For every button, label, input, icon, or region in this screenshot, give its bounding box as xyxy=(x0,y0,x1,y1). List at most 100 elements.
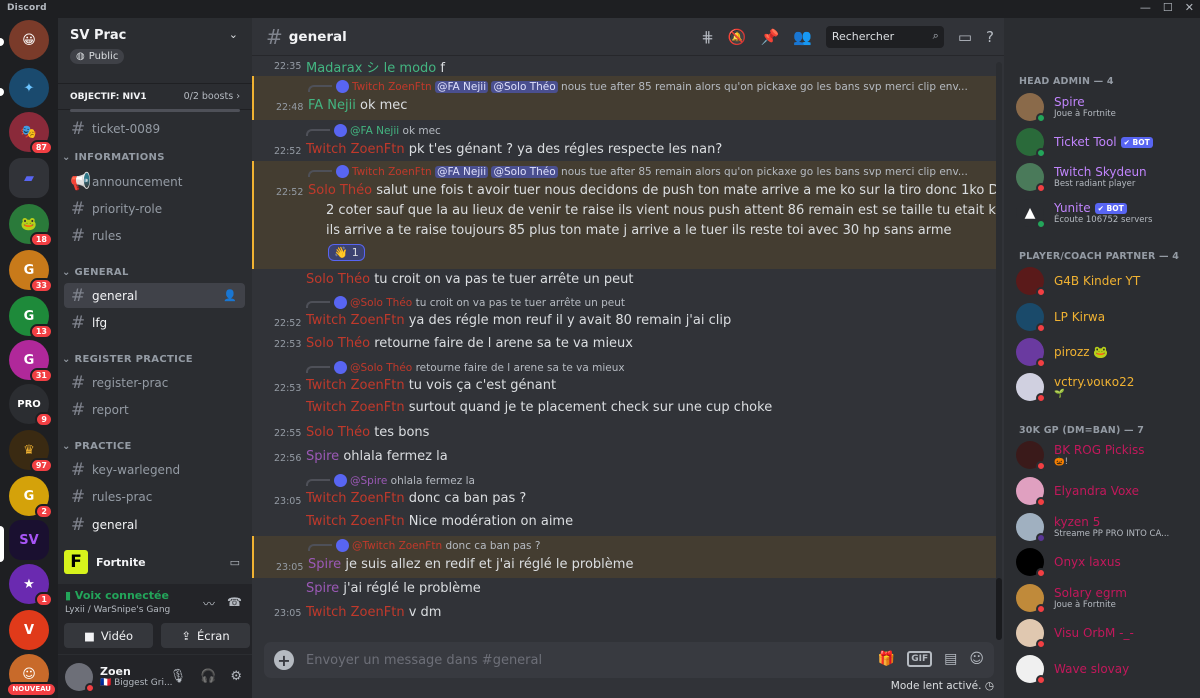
member-visu[interactable]: Visu OrbM -_- xyxy=(1016,616,1196,650)
server-icon[interactable]: G 33 xyxy=(9,250,53,293)
author[interactable]: Solo Théo xyxy=(306,336,370,351)
message[interactable]: Spire j'ai réglé le problème xyxy=(252,578,996,602)
chevron-down-icon[interactable]: ⌄ xyxy=(229,28,238,41)
message[interactable]: 22:53 Solo Théo retourne faire de l aren… xyxy=(252,334,996,358)
channel-rules[interactable]: # rules xyxy=(64,223,245,248)
member-g4b[interactable]: G4B Kinder YT xyxy=(1016,264,1196,298)
server-icon[interactable]: 🐸 18 xyxy=(9,204,53,247)
disconnect-icon[interactable]: ☎ xyxy=(227,595,242,612)
microphone-icon[interactable]: 🎙 xyxy=(170,669,187,684)
author[interactable]: Solo Théo xyxy=(306,272,370,287)
author[interactable]: Twitch ZoenFtn xyxy=(306,142,405,157)
emoji-icon[interactable]: ☺ xyxy=(969,651,984,667)
member-spire[interactable]: Spire Joue à Fortnite xyxy=(1016,90,1196,124)
reply-preview[interactable]: Twitch ZoenFtn @FA Nejii @Solo Théo nous… xyxy=(308,80,968,93)
boost-goal[interactable]: OBJECTIF: NIV1 0/2 boosts › xyxy=(58,84,252,110)
maximize-button[interactable]: ☐ xyxy=(1163,1,1173,14)
server-icon[interactable]: ✦ xyxy=(9,68,49,108)
channel-key-warlegend[interactable]: # key-warlegend xyxy=(64,457,245,482)
author[interactable]: Spire xyxy=(306,449,339,464)
channel-register-prac[interactable]: # register-prac xyxy=(64,370,245,395)
server-icon[interactable]: ★ 1 xyxy=(9,564,53,607)
message-highlighted[interactable]: @Twitch ZoenFtn donc ca ban pas ? 23:05 … xyxy=(252,536,996,578)
message[interactable]: @Spire ohlala fermez la 23:05 Twitch Zoe… xyxy=(252,471,996,513)
inbox-icon[interactable]: ▭ xyxy=(958,28,972,46)
server-icon[interactable]: ♛ 97 xyxy=(9,430,53,473)
home-avatar[interactable]: 😀 xyxy=(9,20,49,60)
author[interactable]: Twitch ZoenFtn xyxy=(306,491,405,506)
reply-preview[interactable]: @Twitch ZoenFtn donc ca ban pas ? xyxy=(308,539,540,552)
author[interactable]: Solo Théo xyxy=(306,425,370,440)
video-button[interactable]: ■ Vidéo xyxy=(64,623,153,648)
server-icon-sv-prac[interactable]: SV xyxy=(9,520,49,560)
member-twitch-skydeun[interactable]: Twitch Skydeun Best radiant player xyxy=(1016,160,1196,194)
member-kyzen[interactable]: kyzen 5 Streame PP PRO INTO CA... xyxy=(1016,510,1196,544)
member-elyandra[interactable]: Elyandra Voxe xyxy=(1016,474,1196,508)
reaction[interactable]: 👋 1 xyxy=(328,244,365,261)
add-attachment-icon[interactable]: + xyxy=(274,650,294,670)
message[interactable]: @Solo Théo tu croit on va pas te tuer ar… xyxy=(252,292,996,334)
server-icon[interactable]: 🎭 87 xyxy=(9,112,53,155)
category-practice[interactable]: ⌄ PRACTICE xyxy=(62,441,132,452)
reply-preview[interactable]: @FA Nejii ok mec xyxy=(306,124,441,137)
member-solary[interactable]: Solary egrm Joue à Fortnite xyxy=(1016,581,1196,615)
noise-suppression-icon[interactable]: 〰 xyxy=(203,595,215,612)
search-input[interactable]: Rechercher ⌕ xyxy=(825,26,944,48)
channel-general[interactable]: # general 👤 xyxy=(64,283,245,308)
help-icon[interactable]: ? xyxy=(986,28,994,46)
server-icon[interactable]: PRO 9 xyxy=(9,384,53,427)
author[interactable]: Twitch ZoenFtn xyxy=(306,313,405,328)
headphones-icon[interactable]: 🎧 xyxy=(200,669,216,684)
server-icon[interactable]: ☺ NOUVEAU xyxy=(6,654,57,697)
channel-lfg[interactable]: # lfg xyxy=(64,310,245,335)
member-lp-kirwa[interactable]: LP Kirwa xyxy=(1016,300,1196,334)
mute-bell-icon[interactable]: 🔕 xyxy=(728,28,747,46)
screen-share-button[interactable]: ⇪ Écran xyxy=(161,623,250,648)
author[interactable]: Spire xyxy=(308,557,341,572)
reply-preview[interactable]: @Solo Théo tu croit on va pas te tuer ar… xyxy=(306,296,625,309)
reply-preview[interactable]: @Spire ohlala fermez la xyxy=(306,474,475,487)
author[interactable]: Twitch ZoenFtn xyxy=(306,400,405,415)
author[interactable]: Twitch ZoenFtn xyxy=(306,605,405,620)
author[interactable]: FA Nejii xyxy=(308,98,356,113)
member-bk-rog[interactable]: BK ROG Pickiss 🎃! xyxy=(1016,438,1196,472)
channel-priority-role[interactable]: # priority-role xyxy=(64,196,245,221)
message[interactable]: 22:56 Spire ohlala fermez la xyxy=(252,447,996,471)
message[interactable]: 22:35 Madarax シ le modo f xyxy=(252,56,996,76)
message[interactable]: 23:05 Twitch ZoenFtn v dm xyxy=(252,602,996,626)
message[interactable]: @Solo Théo retourne faire de l arene sa … xyxy=(252,358,996,400)
message[interactable]: 22:55 Solo Théo tes bons xyxy=(252,422,996,446)
member-yunite[interactable]: ▲ Yunite ✔ BOT Écoute 106752 servers xyxy=(1016,196,1196,230)
category-informations[interactable]: ⌄ INFORMATIONS xyxy=(62,152,165,163)
message[interactable]: Twitch ZoenFtn Nice modération on aime xyxy=(252,513,996,535)
channel-rules-prac[interactable]: # rules-prac xyxy=(64,484,245,509)
author[interactable]: Spire xyxy=(306,581,339,596)
close-button[interactable]: ✕ xyxy=(1185,1,1194,14)
author[interactable]: Madarax シ le modo xyxy=(306,61,436,76)
server-icon[interactable]: G 13 xyxy=(9,296,53,339)
message[interactable]: Solo Théo tu croit on va pas te tuer arr… xyxy=(252,270,996,292)
message-highlighted[interactable]: Twitch ZoenFtn @FA Nejii @Solo Théo nous… xyxy=(252,76,996,120)
category-general[interactable]: ⌄ GENERAL xyxy=(62,267,129,278)
member-wave[interactable]: Wave slovay xyxy=(1016,652,1196,686)
scrollbar-track[interactable] xyxy=(996,62,1002,640)
pin-icon[interactable]: 📌 xyxy=(760,28,779,46)
member-onyx[interactable]: Onyx laxus xyxy=(1016,545,1196,579)
avatar[interactable] xyxy=(65,662,95,693)
author[interactable]: Twitch ZoenFtn xyxy=(306,514,405,529)
channel-report[interactable]: # report xyxy=(64,397,245,422)
server-icon[interactable]: G 31 xyxy=(9,340,53,383)
member-ticket-tool[interactable]: Ticket Tool ✔ BOT xyxy=(1016,125,1196,159)
message-highlighted[interactable]: Twitch ZoenFtn @FA Nejii @Solo Théo nous… xyxy=(252,161,996,269)
scrollbar-thumb[interactable] xyxy=(996,578,1002,640)
server-icon[interactable]: G2 xyxy=(9,476,53,519)
add-user-icon[interactable]: 👤 xyxy=(223,289,237,302)
author[interactable]: Twitch ZoenFtn xyxy=(306,378,405,393)
gift-icon[interactable]: 🎁 xyxy=(878,651,895,667)
screen-icon[interactable]: ▭ xyxy=(230,556,240,569)
message[interactable]: @FA Nejii ok mec 22:52 Twitch ZoenFtn pk… xyxy=(252,120,996,164)
reply-preview[interactable]: Twitch ZoenFtn @FA Nejii @Solo Théo nous… xyxy=(308,165,968,178)
category-register-practice[interactable]: ⌄ REGISTER PRACTICE xyxy=(62,354,193,365)
member-vctry[interactable]: vctry.νοικο22 🌱 xyxy=(1016,370,1196,404)
channel-announcement[interactable]: 📢 announcement xyxy=(64,169,245,194)
